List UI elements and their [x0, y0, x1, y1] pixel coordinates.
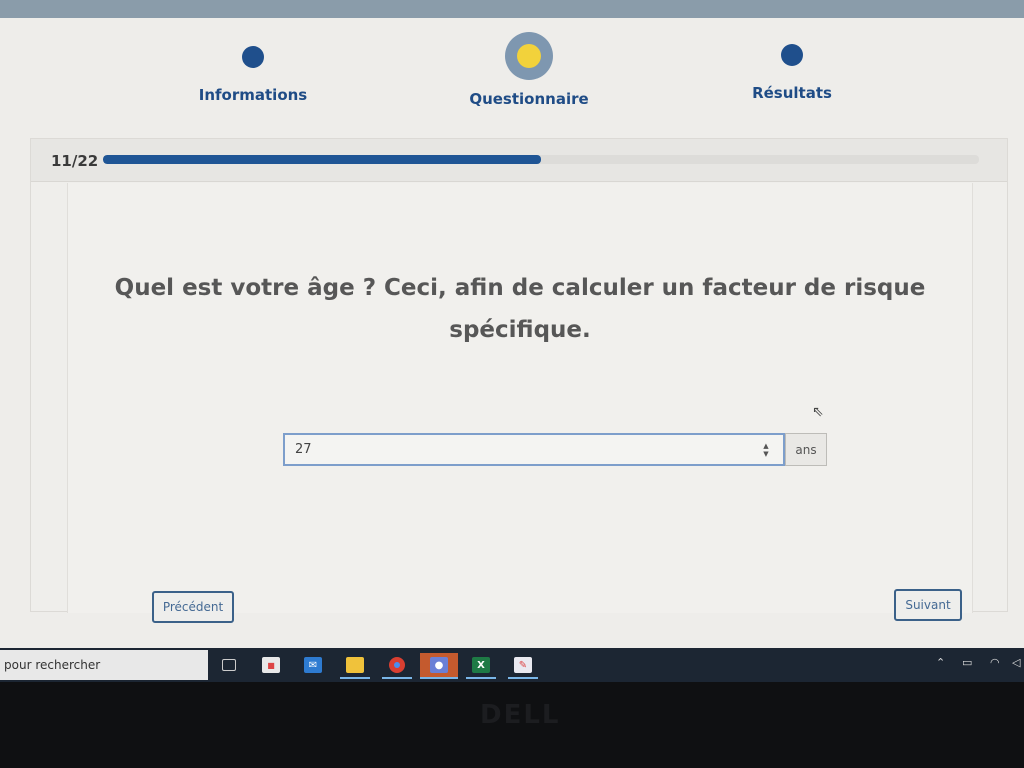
question-card: 11/22 Quel est votre âge ? Ceci, afin de…: [30, 138, 1008, 623]
step-dot: [781, 44, 803, 66]
age-stepper[interactable]: ▲ ▼: [759, 438, 773, 462]
volume-icon[interactable]: ◁: [1012, 656, 1020, 669]
mouse-cursor-icon: ⇖: [812, 404, 824, 420]
battery-icon[interactable]: ▭: [962, 656, 972, 669]
question-text: Quel est votre âge ? Ceci, afin de calcu…: [114, 275, 926, 343]
next-button[interactable]: Suivant: [894, 589, 962, 621]
taskbar-search[interactable]: pour rechercher: [0, 650, 208, 680]
step-label: Questionnaire: [469, 90, 589, 108]
age-unit-label: ans: [785, 433, 827, 466]
wifi-icon[interactable]: ◠: [990, 656, 1000, 669]
question-body: Quel est votre âge ? Ceci, afin de calcu…: [67, 183, 973, 623]
store-icon[interactable]: ■: [256, 653, 286, 677]
age-value[interactable]: 27: [295, 442, 759, 457]
step-dot: [242, 46, 264, 68]
progress-header: 11/22: [31, 139, 1007, 182]
chevron-up-icon[interactable]: ▲: [763, 442, 768, 450]
progress-bar: [103, 155, 979, 164]
task-view-icon[interactable]: [214, 653, 244, 677]
step-informations[interactable]: Informations: [153, 46, 353, 104]
mail-icon[interactable]: ✉: [298, 653, 328, 677]
step-label: Résultats: [752, 84, 832, 102]
age-input[interactable]: 27 ▲ ▼: [283, 433, 785, 466]
progress-fill: [103, 155, 541, 164]
question-counter: 11/22: [51, 152, 99, 170]
chrome-icon[interactable]: [382, 653, 412, 679]
dell-logo: DELL: [480, 700, 561, 730]
chevron-down-icon[interactable]: ▼: [763, 450, 768, 458]
file-explorer-icon[interactable]: [340, 653, 370, 679]
step-resultats[interactable]: Résultats: [692, 44, 892, 102]
chevron-up-icon[interactable]: ⌃: [936, 656, 945, 669]
paint-icon[interactable]: ✎: [508, 653, 538, 679]
step-active-indicator: [505, 32, 553, 80]
app-icon[interactable]: ●: [420, 653, 458, 679]
excel-icon[interactable]: X: [466, 653, 496, 679]
step-questionnaire[interactable]: Questionnaire: [429, 32, 629, 108]
step-label: Informations: [198, 86, 308, 104]
previous-button[interactable]: Précédent: [152, 591, 234, 623]
